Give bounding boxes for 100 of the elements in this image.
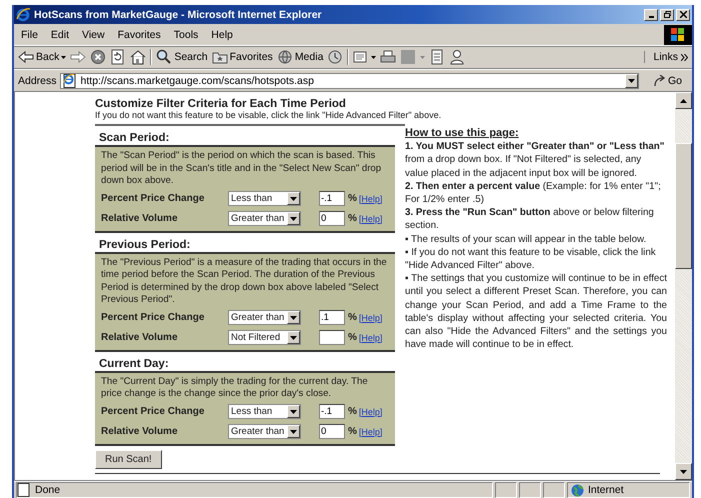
media-button[interactable]: Media <box>276 49 324 65</box>
scrollbar[interactable] <box>675 92 692 480</box>
section-description: The "Scan Period" is the period on which the scan is based. This period will be in the Scan's title and in the "Select New Scan" drop down box above. <box>101 150 382 188</box>
caret-icon <box>290 410 297 414</box>
home-icon <box>130 49 146 65</box>
help-paragraph: 2. Then enter a percent value (Example: for 1% enter "1"; For 1/2% enter .5) <box>405 180 662 206</box>
help-link[interactable]: [Help] <box>358 214 382 224</box>
page-heading: Customize Filter Criteria for Each Time Period <box>95 98 347 110</box>
percent-sign: % <box>348 193 357 204</box>
mail-icon <box>353 49 370 65</box>
section-title: Scan Period: <box>98 132 170 145</box>
help-link[interactable]: [Help] <box>358 312 382 322</box>
restore-icon <box>664 11 670 18</box>
go-button[interactable]: Go <box>648 74 688 86</box>
caret-icon <box>628 78 635 82</box>
help-paragraph: ▪ The settings that you customize will continue to be in effect until you select a different Preset Scan. Therefore, you can change your Scan Period, and add a Time Frame to the table's display without affecting your selected criteria. You can also "Hide the Advanced Filters" and the settings you have made will continue to be in effect. <box>405 272 667 352</box>
down-arrow-icon <box>680 470 687 474</box>
forward-button[interactable] <box>70 49 86 65</box>
minimize-button[interactable] <box>644 8 658 20</box>
document-icon <box>429 49 446 65</box>
menu-item[interactable]: Favorites <box>110 28 167 40</box>
input-field[interactable]: 0 <box>319 211 345 226</box>
forward-arrow-icon <box>70 49 86 65</box>
search-icon <box>156 49 172 65</box>
person-icon <box>449 49 466 65</box>
run-scan-button[interactable]: Run Scan! <box>95 450 162 468</box>
caret-icon <box>420 56 426 58</box>
menu-item[interactable]: Edit <box>44 28 76 40</box>
menu-item[interactable]: Tools <box>166 28 204 40</box>
input-field[interactable]: .1 <box>319 310 345 325</box>
print-button[interactable] <box>380 49 396 65</box>
filter-dropdown[interactable]: Less than <box>228 191 301 206</box>
caret-icon <box>290 196 297 200</box>
help-link[interactable]: [Help] <box>358 194 382 204</box>
clock-icon <box>327 49 344 65</box>
filter-label: Percent Price Change <box>101 406 206 417</box>
caret-icon <box>290 430 297 434</box>
restore-button[interactable] <box>660 8 674 20</box>
percent-sign: % <box>348 426 357 437</box>
filter-dropdown[interactable]: Greater than <box>228 310 301 325</box>
window-title: HotScans from MarketGauge - Microsoft Internet Explorer <box>34 8 323 20</box>
mail-button[interactable] <box>353 49 376 65</box>
search-button[interactable]: Search <box>156 49 208 65</box>
help-link[interactable]: [Help] <box>358 426 382 436</box>
filter-dropdown[interactable]: Not Filtered <box>228 330 301 345</box>
close-button[interactable] <box>676 8 690 20</box>
links-button[interactable]: Links <box>653 51 678 63</box>
input-field[interactable]: 0 <box>319 424 345 439</box>
filter-dropdown[interactable]: Greater than <box>228 424 301 439</box>
caret-icon <box>290 216 297 220</box>
input-field[interactable] <box>319 330 345 345</box>
up-arrow-icon <box>680 98 687 102</box>
help-link[interactable]: [Help] <box>358 332 382 342</box>
percent-sign: % <box>348 332 357 343</box>
menu-item[interactable]: Help <box>204 28 239 40</box>
percent-sign: % <box>348 312 357 323</box>
caret-icon <box>371 56 376 58</box>
filter-label: Relative Volume <box>101 426 179 437</box>
address-field[interactable]: http://scans.marketgauge.com/scans/hotspots.asp <box>60 72 639 88</box>
close-icon <box>680 11 686 18</box>
help-paragraph: ▪ The results of your scan will appear in the table below. <box>405 232 648 246</box>
help-link[interactable]: [Help] <box>358 406 382 416</box>
help-paragraph: 1. You MUST select either "Greater than" or "Less than" from a drop down box. If "Not Filtered" is selected, any value placed in the adjacent input box will be ignored. <box>405 140 666 180</box>
favorites-button[interactable]: Favorites <box>212 49 273 65</box>
square-icon <box>400 49 416 65</box>
help-title: How to use this page: <box>405 127 520 140</box>
filter-label: Relative Volume <box>101 332 179 343</box>
refresh-button[interactable] <box>110 49 126 65</box>
discuss-button[interactable] <box>429 49 446 65</box>
caret-icon <box>290 316 297 320</box>
filter-dropdown[interactable]: Greater than <box>228 211 301 226</box>
home-button[interactable] <box>130 49 146 65</box>
browser-icon <box>16 7 31 22</box>
printer-icon <box>380 49 396 65</box>
caret-icon <box>61 56 66 58</box>
section-description: The "Current Day" is simply the trading for the current day. The price change is the change since the prior day's close. <box>101 376 369 400</box>
stop-icon <box>90 49 106 65</box>
menu-item[interactable]: View <box>75 28 111 40</box>
status-text: Done <box>35 484 60 496</box>
stop-button[interactable] <box>90 49 106 65</box>
chevron-icon <box>681 54 688 60</box>
messenger-button[interactable] <box>449 49 466 65</box>
percent-sign: % <box>348 406 357 417</box>
page-icon <box>62 74 77 88</box>
filter-dropdown[interactable]: Less than <box>228 404 301 419</box>
back-button[interactable]: Back <box>18 49 66 65</box>
percent-sign: % <box>348 213 357 224</box>
input-field[interactable]: -.1 <box>319 191 345 206</box>
input-field[interactable]: -.1 <box>319 404 345 419</box>
filter-label: Percent Price Change <box>101 312 206 323</box>
globe-icon <box>276 49 293 65</box>
refresh-icon <box>110 49 126 65</box>
page-subheading: If you do not want this feature to be visable, click the link "Hide Advanced Filter" above. <box>95 110 442 121</box>
globe-icon <box>571 484 584 496</box>
menu-item[interactable]: File <box>14 28 44 40</box>
help-paragraph: 3. Press the "Run Scan" button above or below filtering section. <box>405 206 655 233</box>
section-title: Current Day: <box>98 358 170 370</box>
history-button[interactable] <box>327 49 344 65</box>
section-description: The "Previous Period" is a measure of the trading that occurs in the time period before the Scan Period. The duration of the Previous Period is determined by the drop down box above labeled "Select Previous Period". <box>101 256 388 306</box>
filter-label: Percent Price Change <box>101 193 206 204</box>
